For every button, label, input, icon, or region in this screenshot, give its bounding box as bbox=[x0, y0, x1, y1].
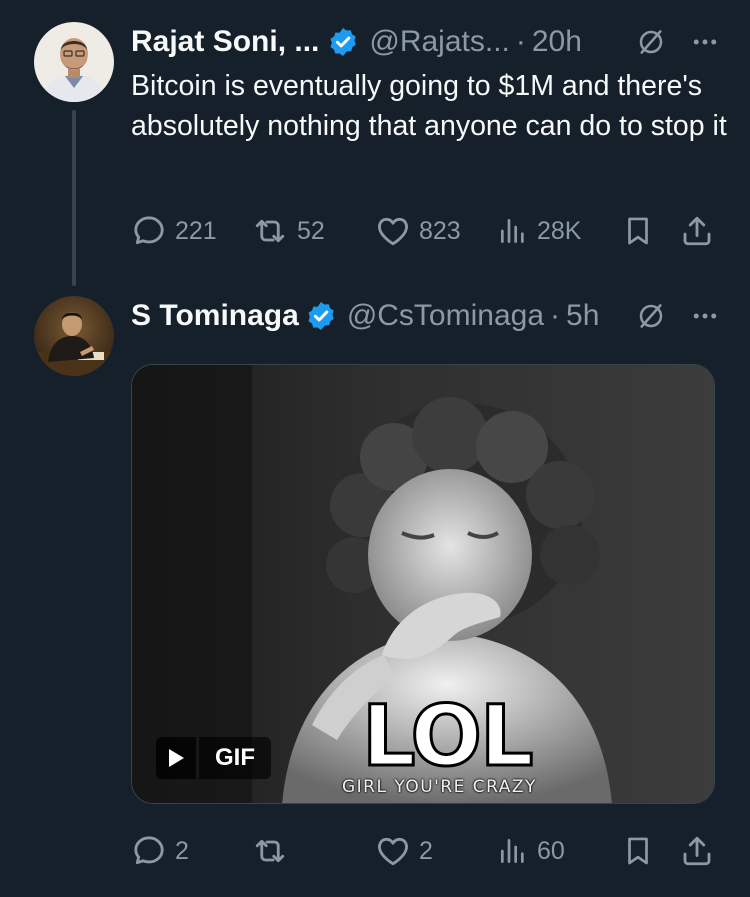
analytics-icon bbox=[497, 834, 529, 868]
play-icon[interactable] bbox=[156, 737, 196, 779]
repost-icon bbox=[251, 833, 289, 869]
repost-button[interactable] bbox=[251, 831, 297, 871]
grok-icon[interactable] bbox=[636, 27, 666, 57]
like-button[interactable]: 2 bbox=[375, 831, 433, 871]
avatar-image bbox=[34, 296, 114, 376]
heart-icon bbox=[375, 833, 411, 869]
timeline: Rajat Soni, ... @Rajats... · 20h Bitcoin… bbox=[0, 0, 750, 897]
reply-button[interactable]: 221 bbox=[131, 211, 217, 251]
reply-count: 221 bbox=[175, 216, 217, 245]
bookmark-button[interactable] bbox=[621, 211, 655, 251]
more-dots-icon[interactable] bbox=[690, 27, 720, 57]
tweet-text: Bitcoin is eventually going to $1M and t… bbox=[131, 70, 727, 142]
like-count: 2 bbox=[419, 836, 433, 865]
author-handle[interactable]: @CsTominaga bbox=[347, 299, 544, 333]
bookmark-icon bbox=[621, 833, 655, 869]
like-button[interactable]: 823 bbox=[375, 211, 461, 251]
repost-count: 52 bbox=[297, 216, 325, 245]
more-dots-icon[interactable] bbox=[690, 301, 720, 331]
repost-button[interactable]: 52 bbox=[251, 211, 325, 251]
gif-media[interactable]: LOL GIRL YOU'RE CRAZY GIF bbox=[131, 364, 715, 804]
author-name[interactable]: S Tominaga bbox=[131, 299, 299, 333]
gif-badge[interactable]: GIF bbox=[156, 737, 271, 779]
views-button[interactable]: 60 bbox=[497, 831, 565, 871]
tweet-header: S Tominaga @CsTominaga · 5h bbox=[131, 294, 720, 338]
share-button[interactable] bbox=[679, 211, 715, 251]
reply-button[interactable]: 2 bbox=[131, 831, 189, 871]
views-button[interactable]: 28K bbox=[497, 211, 581, 251]
timestamp[interactable]: 5h bbox=[566, 299, 599, 333]
tweet-actions: 221 52 823 28K bbox=[131, 211, 720, 251]
grok-icon[interactable] bbox=[636, 301, 666, 331]
gif-overlay-caption: GIRL YOU'RE CRAZY bbox=[342, 777, 537, 797]
view-count: 28K bbox=[537, 216, 582, 245]
reply-icon bbox=[131, 833, 167, 869]
gif-label: GIF bbox=[199, 737, 271, 779]
share-icon bbox=[679, 213, 715, 249]
bookmark-icon bbox=[621, 213, 655, 249]
avatar-image bbox=[34, 22, 114, 102]
verified-badge-icon bbox=[327, 26, 359, 58]
header-actions bbox=[636, 294, 720, 338]
verified-badge-icon bbox=[305, 300, 337, 332]
reply-icon bbox=[131, 213, 167, 249]
bookmark-button[interactable] bbox=[621, 831, 655, 871]
avatar[interactable] bbox=[34, 22, 114, 102]
share-button[interactable] bbox=[679, 831, 715, 871]
analytics-icon bbox=[497, 214, 529, 248]
gif-overlay-title: LOL bbox=[360, 686, 534, 787]
author-name[interactable]: Rajat Soni, ... bbox=[131, 25, 319, 59]
author-handle[interactable]: @Rajats... bbox=[369, 25, 510, 59]
timestamp[interactable]: 20h bbox=[532, 25, 582, 59]
header-actions bbox=[636, 20, 720, 64]
avatar[interactable] bbox=[34, 296, 114, 376]
separator-dot: · bbox=[515, 25, 526, 58]
thread-connector-line bbox=[72, 110, 76, 286]
repost-icon bbox=[251, 213, 289, 249]
tweet-header: Rajat Soni, ... @Rajats... · 20h bbox=[131, 20, 720, 64]
separator-dot: · bbox=[550, 299, 561, 332]
like-count: 823 bbox=[419, 216, 461, 245]
share-icon bbox=[679, 833, 715, 869]
tweet-actions: 2 2 60 bbox=[131, 831, 720, 871]
view-count: 60 bbox=[537, 836, 565, 865]
reply-count: 2 bbox=[175, 836, 189, 865]
heart-icon bbox=[375, 213, 411, 249]
